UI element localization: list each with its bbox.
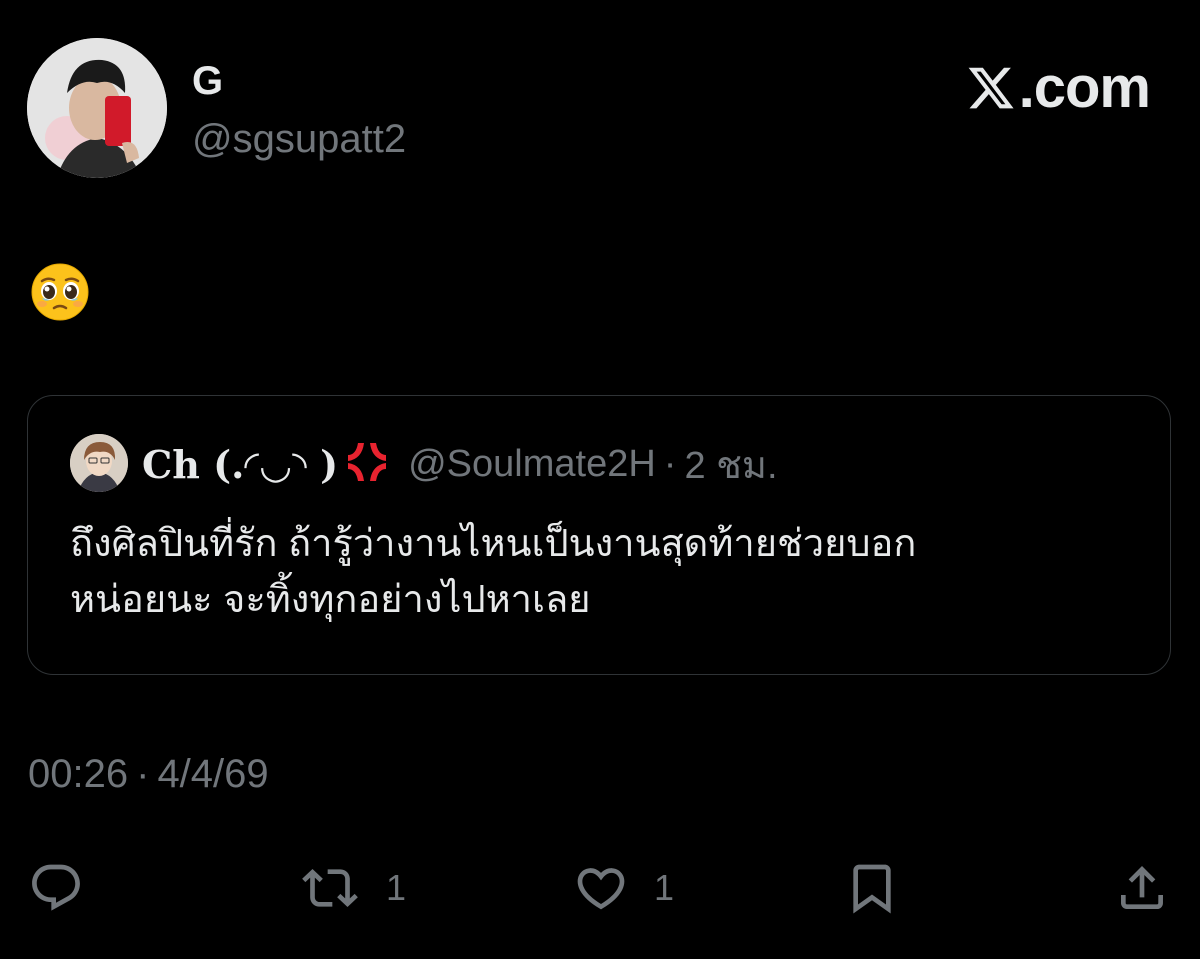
author-avatar[interactable] (27, 38, 167, 178)
tweet-timestamp[interactable]: 00:26 · 4/4/69 (28, 752, 269, 797)
timestamp-separator: · (136, 752, 150, 796)
quoted-tweet-card[interactable]: Ch (.◜◡◝ ) @Soulmate2H · 2 ชม. ถึงศิลปิน… (27, 395, 1171, 675)
quoted-tweet-text-line: หน่อยนะ จะทิ้งทุกอย่างไปหาเลย (70, 579, 591, 621)
retweet-button[interactable]: 1 (298, 858, 406, 918)
pleading-face-emoji-icon (30, 262, 90, 322)
quoted-tweet-header: Ch (.◜◡◝ ) @Soulmate2H · 2 ชม. (142, 440, 778, 488)
like-button[interactable]: 1 (572, 858, 674, 918)
quoted-header-separator: · (663, 442, 677, 485)
retweet-icon (302, 869, 358, 907)
brand-label: .com (1018, 55, 1151, 120)
x-logo-icon (968, 67, 1014, 109)
timestamp-date: 4/4/69 (157, 752, 269, 796)
like-count: 1 (654, 867, 675, 908)
reply-button[interactable] (28, 858, 84, 918)
quoted-tweet-time[interactable]: 2 ชม. (684, 434, 777, 495)
quoted-author-name[interactable]: Ch (.◜◡◝ ) (142, 442, 338, 487)
x-com-watermark: .com (965, 55, 1151, 120)
tweet-page: G @sgsupatt2 .com Ch (.◜◡◝) @Soulmate2H… (0, 0, 1200, 959)
timestamp-time: 00:26 (28, 752, 129, 796)
reply-icon (32, 864, 80, 911)
quoted-author-avatar[interactable] (70, 434, 128, 492)
quoted-author-handle[interactable]: @Soulmate2H (408, 443, 656, 486)
anger-symbol-icon (344, 439, 390, 490)
bookmark-button[interactable] (844, 858, 900, 918)
quoted-tweet-text: ถึงศิลปินที่รัก ถ้ารู้ว่างานไหนเป็นงานสุ… (70, 516, 1140, 628)
author-handle[interactable]: @sgsupatt2 (192, 116, 406, 162)
share-button[interactable] (1114, 858, 1170, 918)
bookmark-icon (853, 864, 891, 914)
author-display-name[interactable]: G (192, 58, 223, 104)
heart-icon (577, 868, 625, 910)
share-icon (1121, 866, 1163, 909)
retweet-count: 1 (386, 867, 407, 908)
quoted-tweet-text-line: ถึงศิลปินที่รัก ถ้ารู้ว่างานไหนเป็นงานสุ… (70, 523, 917, 565)
